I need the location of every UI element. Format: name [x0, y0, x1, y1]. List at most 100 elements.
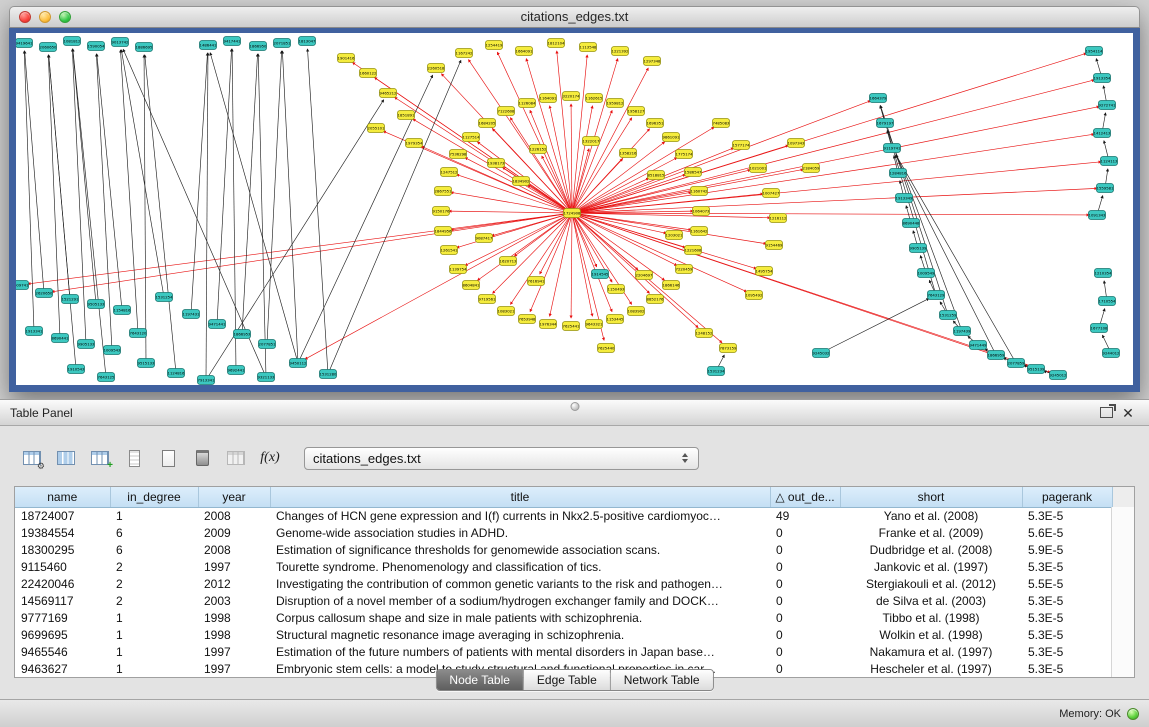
table-cell[interactable]: 5.3E-5: [1022, 592, 1112, 609]
graph-node[interactable]: 9244012: [1103, 349, 1121, 358]
graph-node[interactable]: 1221608: [685, 246, 703, 255]
select-columns-icon[interactable]: [52, 446, 80, 470]
table-selector-dropdown[interactable]: citations_edges.txt: [304, 447, 699, 470]
tab-node-table[interactable]: Node Table: [436, 670, 523, 690]
table-cell[interactable]: 5.3E-5: [1022, 558, 1112, 575]
graph-node[interactable]: 1160742: [691, 187, 709, 196]
table-cell[interactable]: 2009: [198, 524, 270, 541]
graph-node[interactable]: 1586547: [685, 168, 703, 177]
delete-table-icon[interactable]: [188, 446, 216, 470]
graph-node[interactable]: 1660122: [360, 69, 378, 78]
table-row[interactable]: 911546021997Tourette syndrome. Phenomeno…: [15, 558, 1134, 575]
graph-node[interactable]: 1197431: [183, 310, 201, 319]
graph-node[interactable]: 1097343: [788, 139, 806, 148]
graph-node[interactable]: 9465212: [380, 89, 398, 98]
graph-node[interactable]: 7122608: [498, 107, 516, 116]
graph-node[interactable]: 9419641: [16, 39, 33, 48]
graph-node[interactable]: 1162615: [586, 94, 604, 103]
graph-node[interactable]: 7913341: [198, 376, 216, 385]
graph-node[interactable]: 1901416: [338, 54, 356, 63]
graph-node[interactable]: 1521291: [62, 295, 80, 304]
graph-node[interactable]: 1153445: [607, 315, 625, 324]
graph-node[interactable]: 1009543: [104, 346, 122, 355]
column-header-pagerank[interactable]: pagerank: [1022, 487, 1112, 507]
graph-node[interactable]: 1248152: [696, 329, 714, 338]
graph-node[interactable]: 1322017: [583, 137, 601, 146]
graph-node[interactable]: 9119741: [884, 144, 902, 153]
table-cell[interactable]: 0: [770, 524, 840, 541]
table-cell[interactable]: 6: [110, 524, 198, 541]
graph-node[interactable]: 1247512: [441, 168, 459, 177]
graph-node[interactable]: 7220459: [676, 265, 694, 274]
table-cell[interactable]: 5.3E-5: [1022, 643, 1112, 660]
graph-node[interactable]: 1226152: [530, 145, 548, 154]
table-cell[interactable]: 2008: [198, 541, 270, 558]
graph-node[interactable]: 1083902: [628, 307, 646, 316]
graph-node[interactable]: 1095492: [746, 291, 764, 300]
table-cell[interactable]: 9463627: [15, 660, 110, 677]
table-row[interactable]: 1830029562008Estimation of significance …: [15, 541, 1134, 558]
graph-node[interactable]: 7643120: [130, 329, 148, 338]
graph-node[interactable]: 1696351: [647, 119, 665, 128]
table-cell[interactable]: 9465546: [15, 643, 110, 660]
table-row[interactable]: 969969511998Structural magnetic resonanc…: [15, 626, 1134, 643]
graph-node[interactable]: 9471449: [970, 341, 988, 350]
table-cell[interactable]: 1: [110, 507, 198, 524]
table-cell[interactable]: 0: [770, 541, 840, 558]
graph-node[interactable]: 8852176: [647, 295, 665, 304]
graph-node[interactable]: 1167242: [456, 49, 474, 58]
table-cell[interactable]: 2: [110, 575, 198, 592]
graph-node[interactable]: 7653948: [519, 315, 537, 324]
graph-node[interactable]: 1126084: [519, 99, 537, 108]
graph-node[interactable]: 1834902: [513, 177, 531, 186]
graph-node[interactable]: 2184059: [803, 164, 821, 173]
graph-node[interactable]: 1590054: [88, 42, 106, 51]
graph-node[interactable]: 1851891: [398, 111, 416, 120]
table-row[interactable]: 1456911722003Disruption of a novel membe…: [15, 592, 1134, 609]
network-canvas[interactable]: 1724908106407311616421221608722045918661…: [16, 33, 1133, 385]
table-cell[interactable]: 14569117: [15, 592, 110, 609]
import-table-icon[interactable]: +: [86, 446, 114, 470]
table-cell[interactable]: 0: [770, 558, 840, 575]
table-cell[interactable]: 9699695: [15, 626, 110, 643]
graph-node[interactable]: 1531254: [156, 293, 174, 302]
graph-node[interactable]: 1664379: [870, 94, 888, 103]
graph-node[interactable]: 2077851: [259, 340, 277, 349]
graph-node[interactable]: 9515139: [1028, 365, 1046, 374]
table-cell[interactable]: 6: [110, 541, 198, 558]
graph-node[interactable]: 1154816: [114, 306, 132, 315]
graph-node[interactable]: 1127514: [463, 133, 481, 142]
table-cell[interactable]: 19384554: [15, 524, 110, 541]
graph-node[interactable]: 1913354: [1094, 74, 1112, 83]
table-cell[interactable]: 1998: [198, 626, 270, 643]
graph-node[interactable]: 9643321: [586, 320, 604, 329]
graph-node[interactable]: 1886695: [136, 43, 154, 52]
table-cell[interactable]: 1998: [198, 609, 270, 626]
graph-node[interactable]: 1577174: [733, 141, 751, 150]
graph-node[interactable]: 3220174: [563, 92, 581, 101]
function-builder-icon[interactable]: f(x): [256, 446, 284, 470]
graph-node[interactable]: 1124816: [168, 369, 186, 378]
table-cell[interactable]: 5.6E-5: [1022, 524, 1112, 541]
graph-node[interactable]: 1844956: [435, 227, 453, 236]
table-cell[interactable]: 5.3E-5: [1022, 507, 1112, 524]
table-cell[interactable]: Hescheler et al. (1997): [840, 660, 1022, 677]
graph-node[interactable]: 1559581: [1097, 184, 1115, 193]
table-cell[interactable]: 9777169: [15, 609, 110, 626]
graph-node[interactable]: 1495754: [756, 267, 774, 276]
table-cell[interactable]: 1997: [198, 643, 270, 660]
table-cell[interactable]: Wolkin et al. (1998): [840, 626, 1022, 643]
splitter-handle-icon[interactable]: [570, 402, 579, 411]
table-cell[interactable]: Yano et al. (2008): [840, 507, 1022, 524]
table-cell[interactable]: Disruption of a novel member of a sodium…: [270, 592, 770, 609]
column-header-short[interactable]: short: [840, 487, 1022, 507]
graph-node[interactable]: 1979354: [406, 139, 424, 148]
column-header-title[interactable]: title: [270, 487, 770, 507]
graph-node[interactable]: 2260518: [428, 64, 446, 73]
table-settings-icon[interactable]: ⚙: [18, 446, 46, 470]
table-cell[interactable]: Changes of HCN gene expression and I(f) …: [270, 507, 770, 524]
graph-node[interactable]: 8604841: [463, 281, 481, 290]
table-cell[interactable]: 22420046: [15, 575, 110, 592]
table-cell[interactable]: 5.3E-5: [1022, 626, 1112, 643]
table-cell[interactable]: 1: [110, 609, 198, 626]
